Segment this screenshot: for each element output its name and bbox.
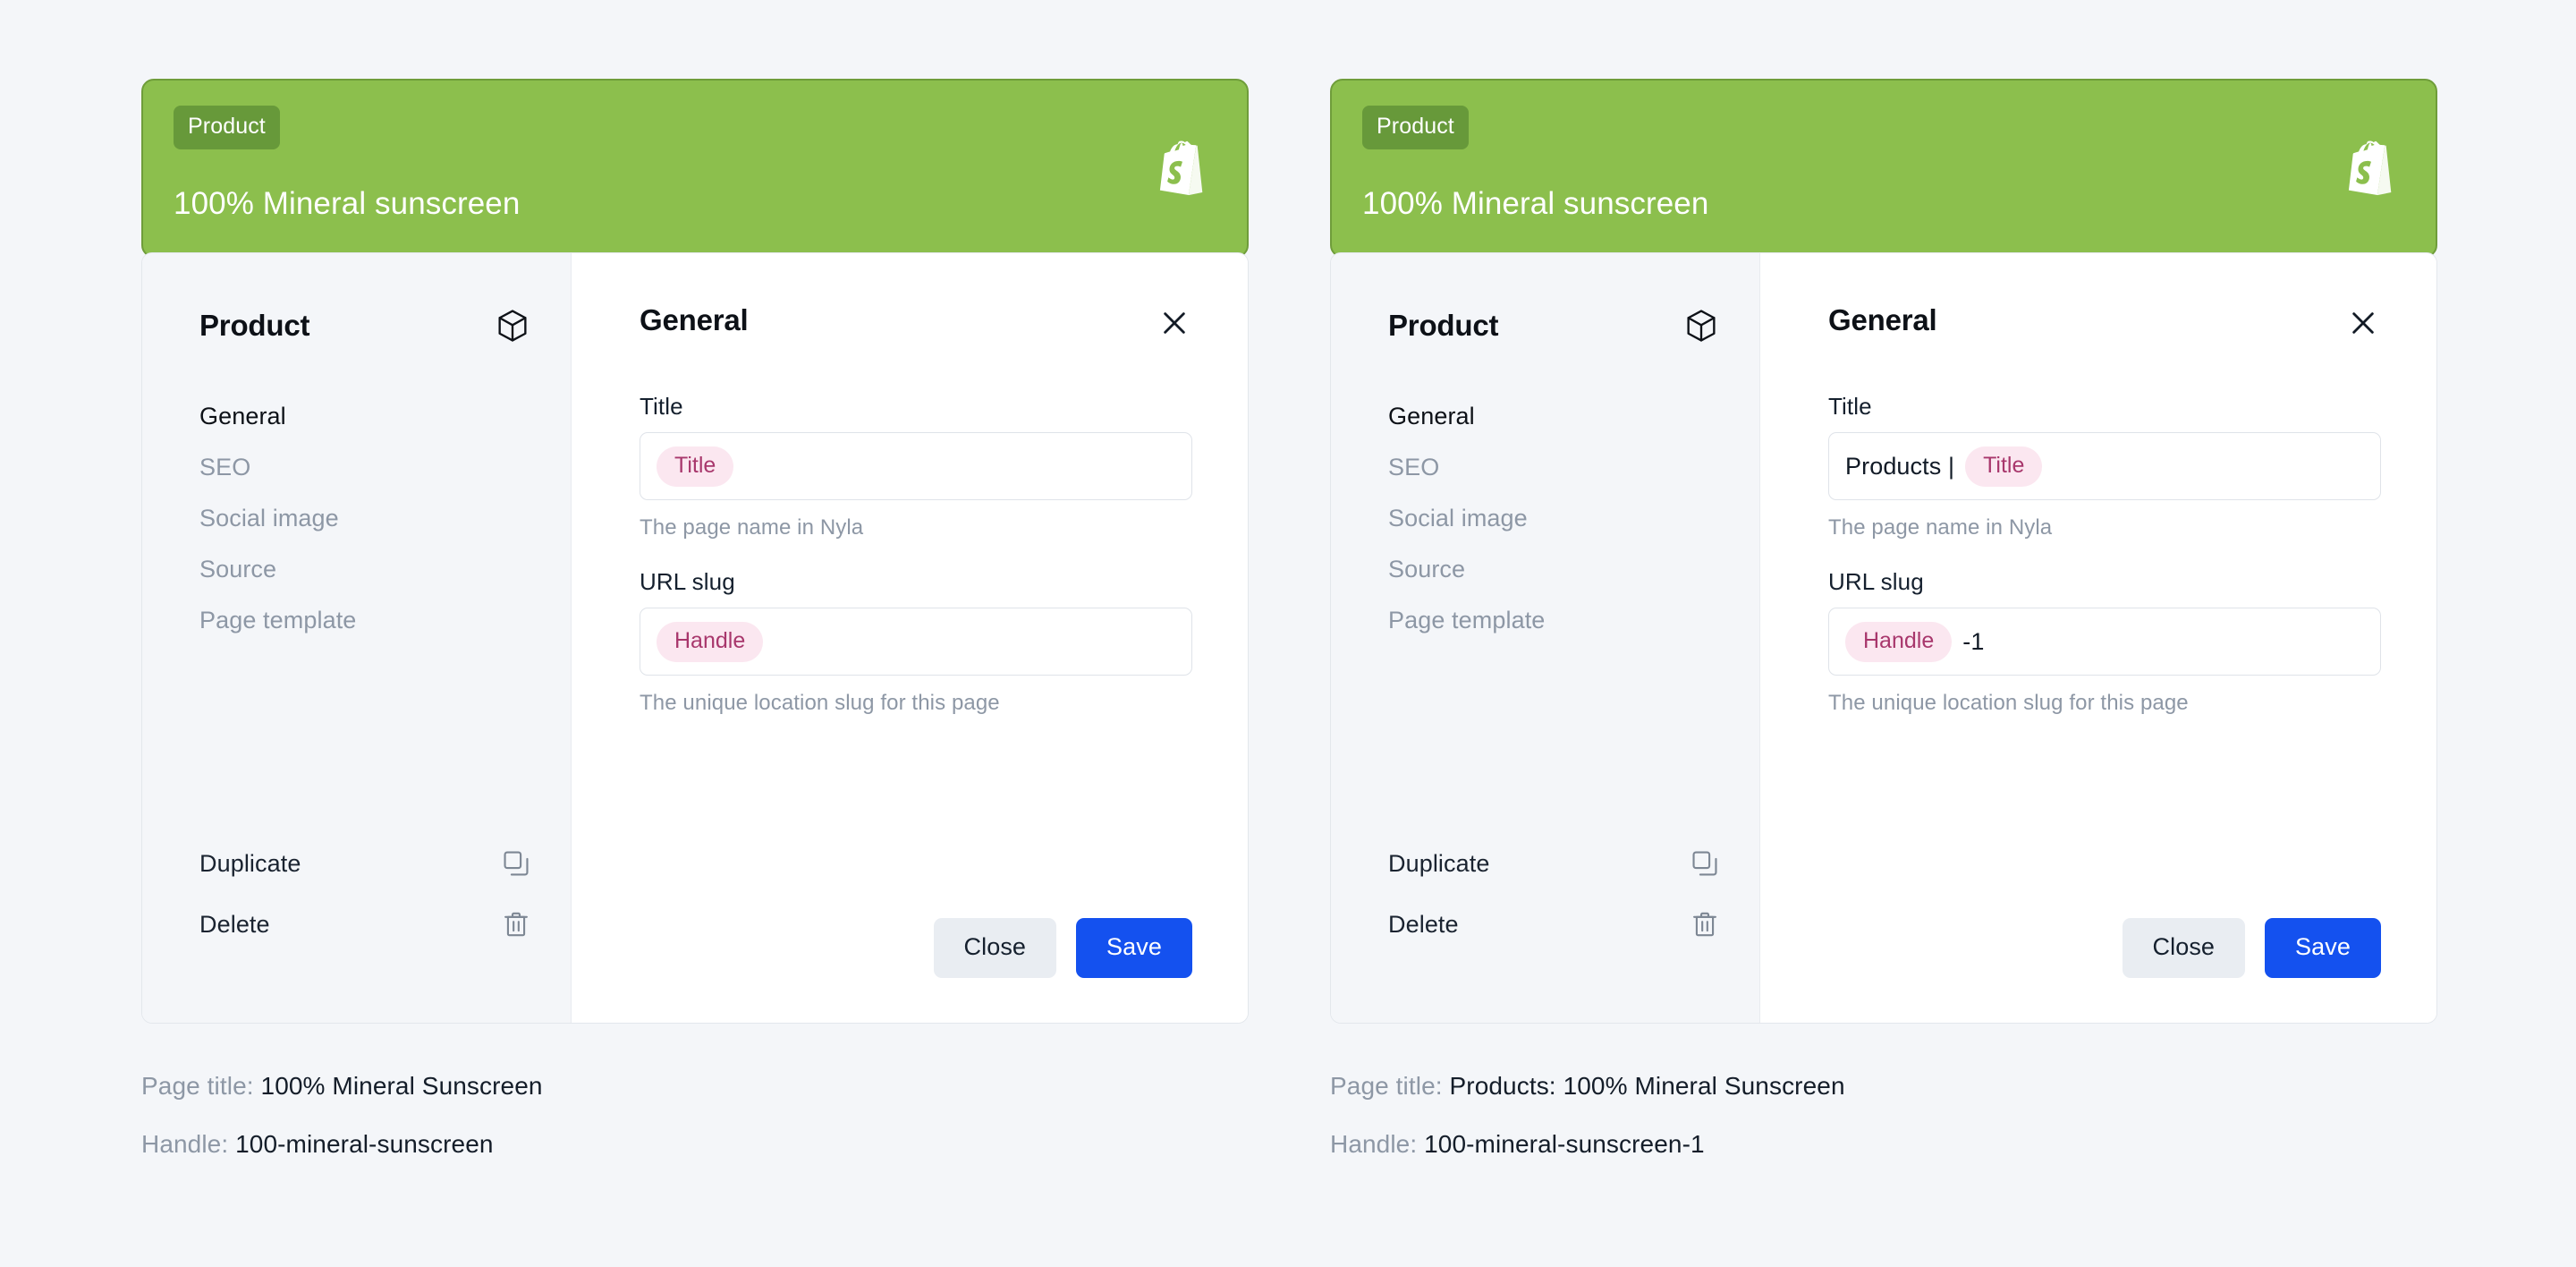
pane-header: General — [1828, 303, 2381, 341]
title-input[interactable]: Products | Title — [1828, 432, 2381, 500]
page-title-caption: Page title: Products: 100% Mineral Sunsc… — [1330, 1072, 2439, 1101]
page-title-caption-key: Page title: — [141, 1072, 254, 1100]
product-settings-modal: Product General SEO Social image Source … — [141, 252, 1249, 1024]
copy-icon — [1690, 848, 1720, 879]
page-title-caption-value: Products: 100% Mineral Sunscreen — [1449, 1072, 1845, 1100]
modal-sidebar: Product General SEO Social image Source … — [1331, 253, 1760, 1023]
sidebar-title: Product — [199, 309, 310, 342]
pane-title: General — [1828, 303, 1937, 336]
shopify-bag-icon — [2344, 140, 2396, 196]
handle-caption: Handle: 100-mineral-sunscreen-1 — [1330, 1130, 2439, 1159]
sidebar-item-social-image[interactable]: Social image — [1388, 493, 1720, 544]
sidebar-item-page-template[interactable]: Page template — [199, 595, 531, 646]
product-header-banner: Product 100% Mineral sunscreen — [141, 79, 1249, 258]
copy-icon — [501, 848, 531, 879]
delete-action[interactable]: Delete — [1388, 894, 1720, 955]
sidebar-item-source[interactable]: Source — [1388, 544, 1720, 595]
modal-sidebar: Product General SEO Social image Source … — [142, 253, 572, 1023]
trash-icon — [501, 909, 531, 940]
modal-content-pane: General Title Products | Title The page … — [1760, 253, 2436, 1023]
page-title-caption-value: 100% Mineral Sunscreen — [260, 1072, 543, 1100]
screenshot-root: Product 100% Mineral sunscreen Product G… — [0, 0, 2576, 1267]
title-token-chip[interactable]: Title — [657, 446, 734, 487]
delete-action[interactable]: Delete — [199, 894, 531, 955]
sidebar-header: Product — [1388, 307, 1720, 344]
title-helper-text: The page name in Nyla — [640, 515, 864, 540]
handle-caption-value: 100-mineral-sunscreen — [235, 1130, 494, 1158]
title-field-label: Title — [1828, 393, 1872, 420]
sidebar-item-general[interactable]: General — [199, 391, 531, 442]
close-button[interactable]: Close — [2122, 918, 2246, 978]
duplicate-action[interactable]: Duplicate — [1388, 833, 1720, 894]
product-header-title: 100% Mineral sunscreen — [1362, 185, 1709, 221]
duplicate-label: Duplicate — [199, 849, 301, 877]
delete-label: Delete — [199, 910, 270, 938]
title-token-chip[interactable]: Title — [1965, 446, 2043, 487]
sidebar-title: Product — [1388, 309, 1499, 342]
pane-title: General — [640, 303, 749, 336]
modal-footer: Close Save — [640, 918, 1192, 980]
product-type-badge: Product — [1362, 106, 1469, 149]
url-slug-suffix-text: -1 — [1962, 627, 1985, 655]
sidebar-actions: Duplicate Delete — [199, 833, 531, 955]
pane-header: General — [640, 303, 1192, 341]
handle-caption-key: Handle: — [141, 1130, 229, 1158]
card-left-captions: Page title: 100% Mineral Sunscreen Handl… — [141, 1072, 1250, 1188]
product-header-banner: Product 100% Mineral sunscreen — [1330, 79, 2437, 258]
sidebar-item-general[interactable]: General — [1388, 391, 1720, 442]
handle-token-chip[interactable]: Handle — [657, 621, 764, 662]
url-slug-input[interactable]: Handle -1 — [1828, 608, 2381, 676]
cube-icon — [1682, 307, 1720, 344]
card-right-captions: Page title: Products: 100% Mineral Sunsc… — [1330, 1072, 2439, 1188]
title-prefix-text: Products | — [1845, 452, 1955, 480]
close-icon[interactable] — [1157, 305, 1192, 341]
duplicate-action[interactable]: Duplicate — [199, 833, 531, 894]
url-slug-helper-text: The unique location slug for this page — [640, 691, 1000, 715]
modal-content-pane: General Title Title The page name in Nyl… — [572, 253, 1248, 1023]
sidebar-header: Product — [199, 307, 531, 344]
save-button[interactable]: Save — [2265, 918, 2381, 978]
close-button[interactable]: Close — [933, 918, 1057, 978]
sidebar-actions: Duplicate Delete — [1388, 833, 1720, 955]
title-field-label: Title — [640, 393, 683, 420]
title-helper-text: The page name in Nyla — [1828, 515, 2053, 540]
sidebar-item-source[interactable]: Source — [199, 544, 531, 595]
product-settings-modal: Product General SEO Social image Source … — [1330, 252, 2437, 1024]
close-icon[interactable] — [2345, 305, 2381, 341]
handle-caption: Handle: 100-mineral-sunscreen — [141, 1130, 1250, 1159]
shopify-bag-icon — [1156, 140, 1208, 196]
save-button[interactable]: Save — [1076, 918, 1192, 978]
card-left: Product 100% Mineral sunscreen Product G… — [141, 0, 1250, 1267]
delete-label: Delete — [1388, 910, 1459, 938]
cube-icon — [494, 307, 531, 344]
product-header-title: 100% Mineral sunscreen — [174, 185, 521, 221]
trash-icon — [1690, 909, 1720, 940]
sidebar-item-social-image[interactable]: Social image — [199, 493, 531, 544]
duplicate-label: Duplicate — [1388, 849, 1490, 877]
card-right: Product 100% Mineral sunscreen Product G… — [1330, 0, 2439, 1267]
url-slug-helper-text: The unique location slug for this page — [1828, 691, 2189, 715]
handle-caption-key: Handle: — [1330, 1130, 1418, 1158]
sidebar-item-seo[interactable]: SEO — [199, 442, 531, 493]
title-input[interactable]: Title — [640, 432, 1192, 500]
product-type-badge: Product — [174, 106, 280, 149]
sidebar-item-seo[interactable]: SEO — [1388, 442, 1720, 493]
page-title-caption: Page title: 100% Mineral Sunscreen — [141, 1072, 1250, 1101]
handle-token-chip[interactable]: Handle — [1845, 621, 1953, 662]
handle-caption-value: 100-mineral-sunscreen-1 — [1424, 1130, 1705, 1158]
url-slug-field-label: URL slug — [1828, 568, 1924, 595]
url-slug-input[interactable]: Handle — [640, 608, 1192, 676]
modal-footer: Close Save — [1828, 918, 2381, 980]
url-slug-field-label: URL slug — [640, 568, 735, 595]
page-title-caption-key: Page title: — [1330, 1072, 1443, 1100]
sidebar-item-page-template[interactable]: Page template — [1388, 595, 1720, 646]
